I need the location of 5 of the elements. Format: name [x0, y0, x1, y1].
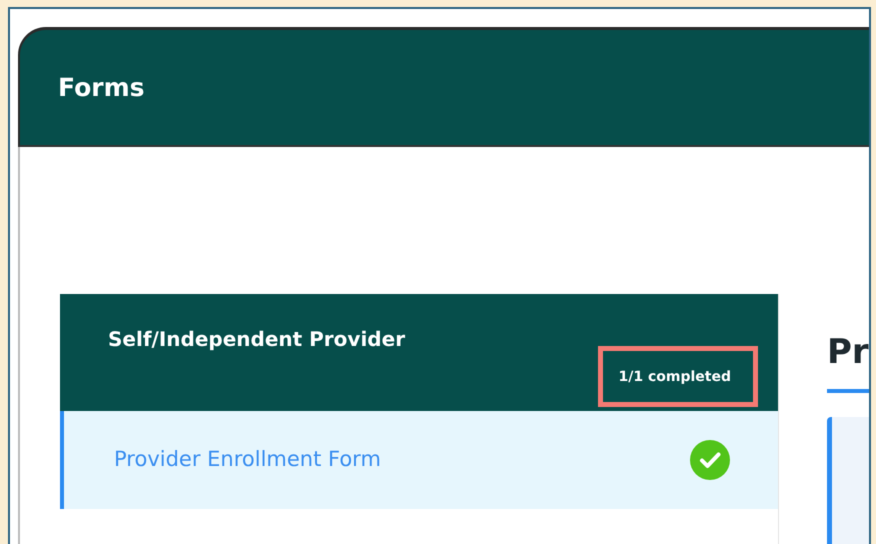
detail-heading: Pr: [827, 332, 869, 393]
section-title: Self/Independent Provider: [108, 326, 406, 353]
progress-text: 1/1 completed: [598, 346, 758, 407]
page-title: Forms: [58, 72, 144, 102]
form-item[interactable]: Provider Enrollment Form: [60, 411, 778, 509]
